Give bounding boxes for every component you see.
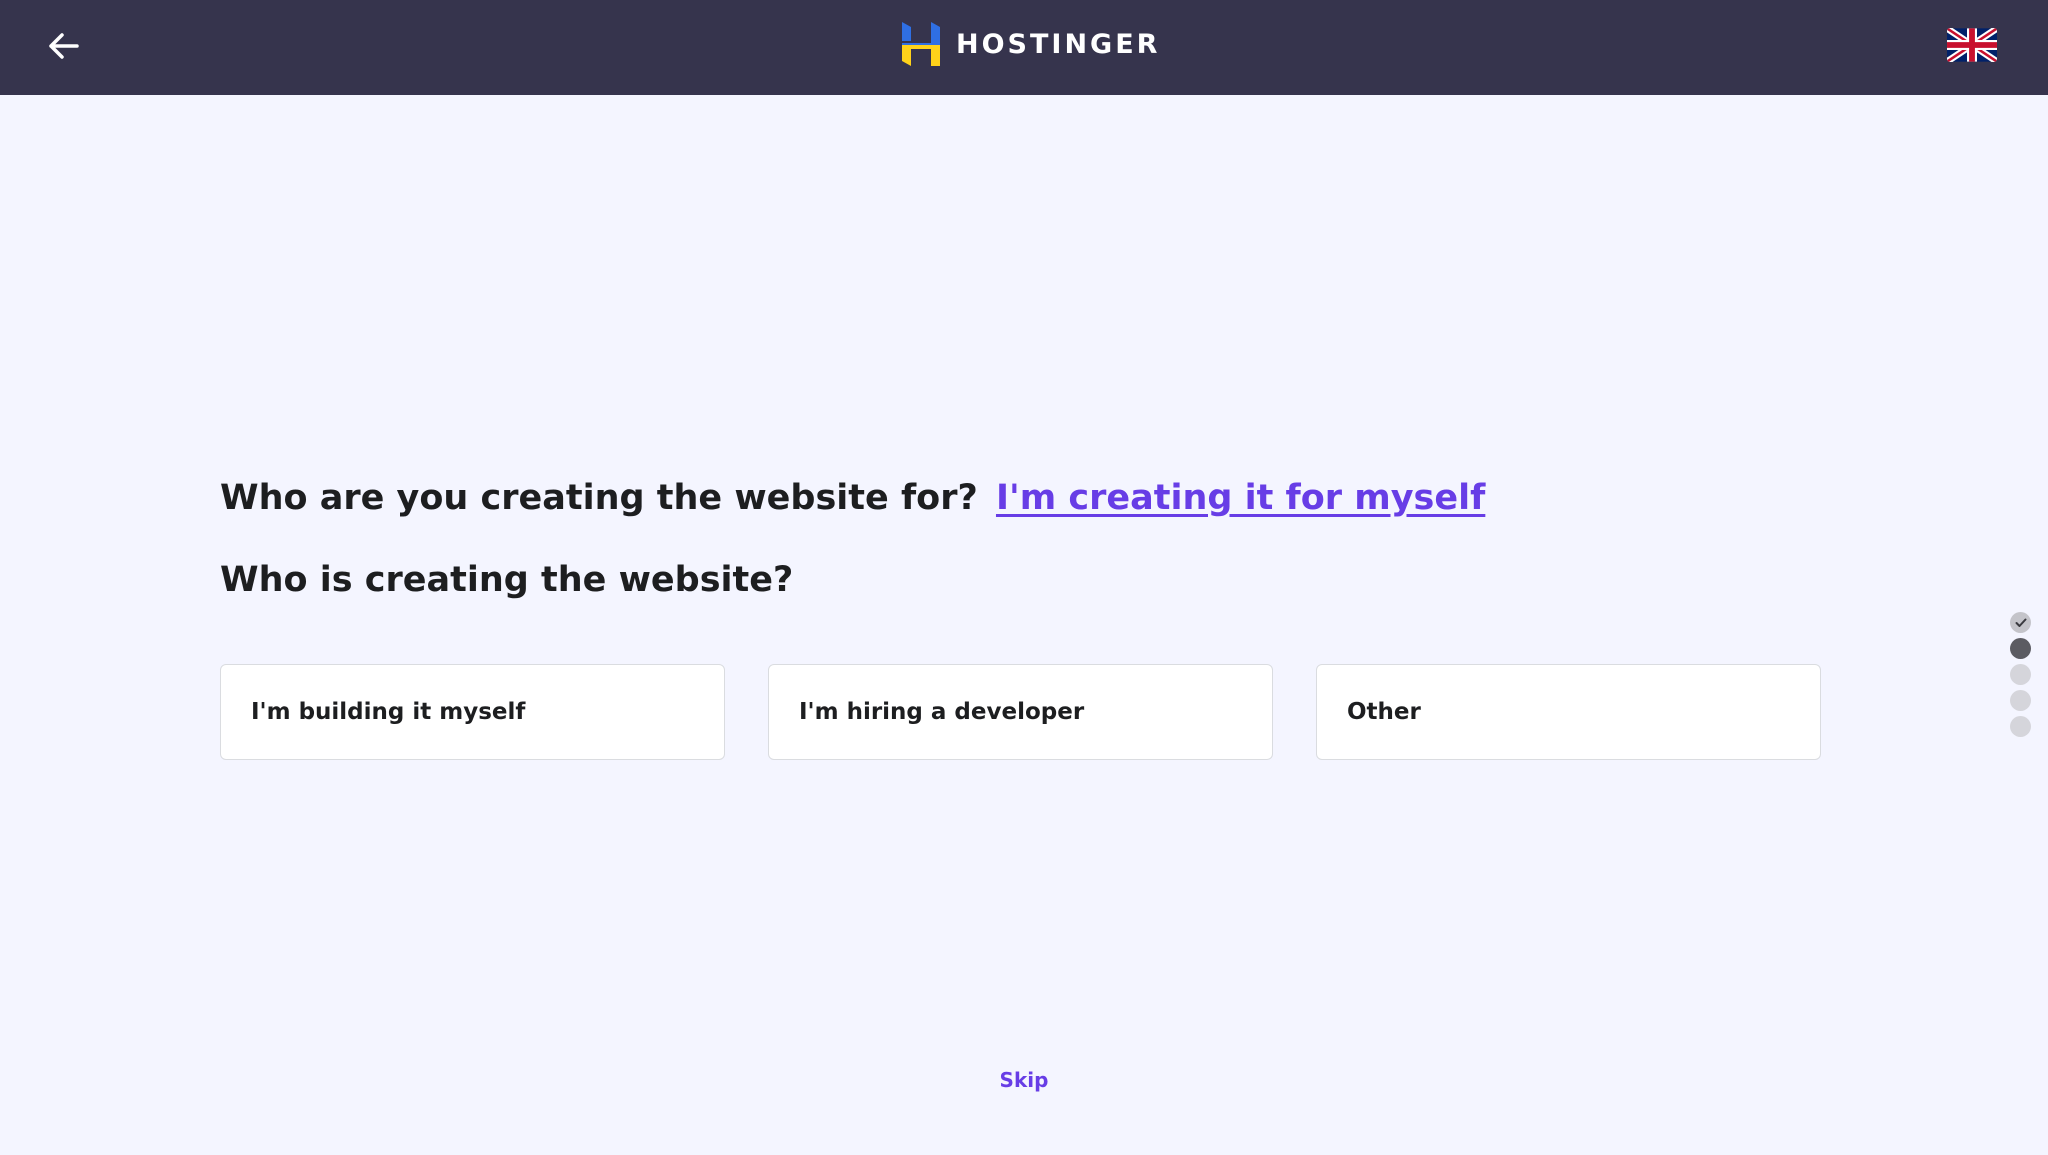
- skip-area: Skip: [0, 1068, 2048, 1092]
- option-building-myself[interactable]: I'm building it myself: [220, 664, 725, 760]
- logo-text: HOSTINGER: [956, 28, 1161, 60]
- previous-answer-link[interactable]: I'm creating it for myself: [996, 478, 1485, 518]
- step-progress-indicator: [2010, 612, 2032, 742]
- progress-step-pending: [2010, 664, 2031, 685]
- top-navigation-bar: HOSTINGER: [0, 0, 2048, 95]
- previous-question: Who are you creating the website for? I'…: [220, 478, 1485, 518]
- progress-step-pending: [2010, 690, 2031, 711]
- progress-step-pending: [2010, 716, 2031, 737]
- option-label: Other: [1347, 699, 1421, 725]
- check-icon: [2015, 618, 2026, 627]
- back-button[interactable]: [44, 26, 84, 66]
- progress-step-current: [2010, 638, 2031, 659]
- previous-question-label: Who are you creating the website for?: [220, 478, 978, 518]
- hostinger-h-icon: [902, 22, 940, 66]
- arrow-left-icon: [49, 33, 79, 59]
- hostinger-logo[interactable]: HOSTINGER: [902, 22, 1160, 66]
- current-question-title: Who is creating the website?: [220, 560, 794, 600]
- language-selector[interactable]: [1947, 28, 1997, 62]
- progress-step-completed: [2010, 612, 2031, 633]
- option-label: I'm building it myself: [251, 699, 526, 725]
- option-hiring-developer[interactable]: I'm hiring a developer: [768, 664, 1273, 760]
- uk-flag-icon: [1947, 28, 1997, 62]
- option-label: I'm hiring a developer: [799, 699, 1085, 725]
- option-other[interactable]: Other: [1316, 664, 1821, 760]
- skip-link[interactable]: Skip: [1000, 1068, 1049, 1092]
